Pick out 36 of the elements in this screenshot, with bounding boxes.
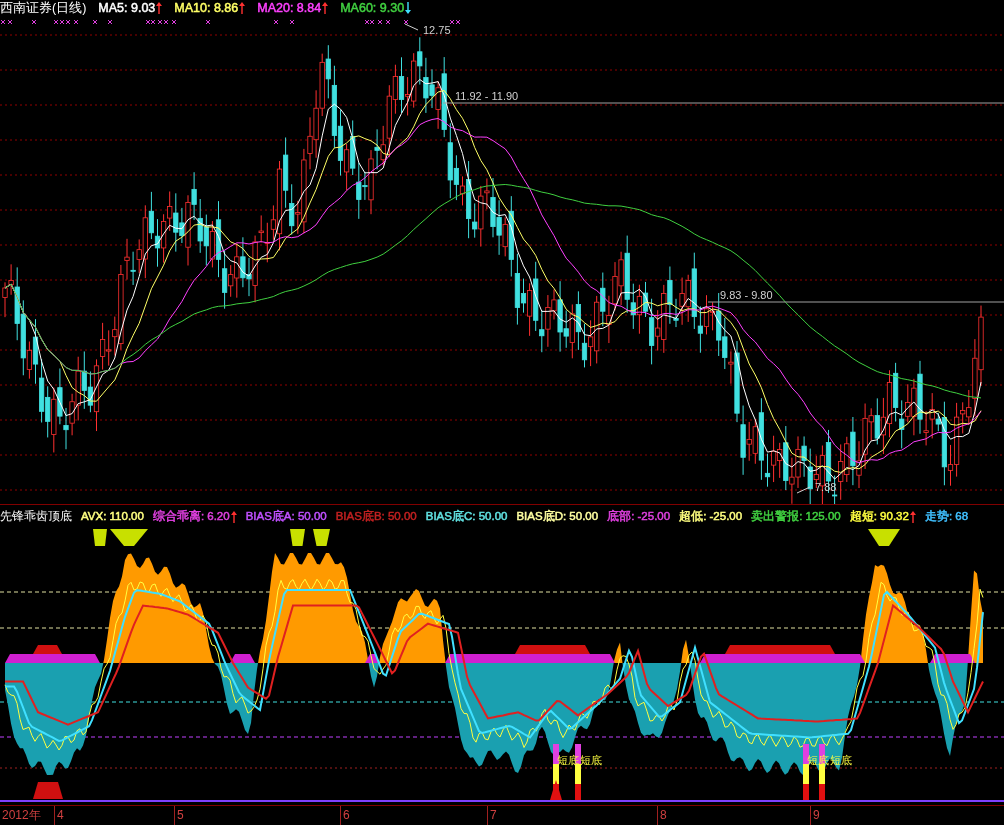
triangle-marker-icon <box>868 529 900 546</box>
leader-line <box>404 23 419 31</box>
axis-label: 6 <box>343 809 350 821</box>
indicator-value: MA10: 8.86 <box>174 1 239 15</box>
indicator-value: 综合乖离: 6.20 <box>152 510 230 523</box>
indicator-value: BIAS底C: 50.00 <box>425 510 508 523</box>
indicator-value: 底部: -25.00 <box>607 510 671 523</box>
triangle-marker-icon <box>110 529 148 546</box>
indicator-value: MA60: 9.30 <box>340 1 405 15</box>
axis-label: 5 <box>177 809 184 821</box>
indicator-value: BIAS底B: 50.00 <box>335 510 417 523</box>
price-label: 11.92 - 11.90 <box>455 90 519 102</box>
triangle-marker-icon <box>313 529 330 546</box>
axis-label: 4 <box>57 809 64 821</box>
indicator-value: BIAS底D: 50.00 <box>516 510 599 523</box>
axis-label: 9 <box>813 809 820 821</box>
indicator-value: 超低: -25.00 <box>679 510 743 523</box>
indicator-value: 超短: 90.32 <box>849 510 909 523</box>
axis-label: 7 <box>490 809 497 821</box>
axis-label: 2012年 <box>2 809 41 821</box>
indicator-value: 走势: 68 <box>924 510 969 523</box>
chart-title: 西南证券(日线) <box>0 1 87 15</box>
indicator-value: MA5: 9.03 <box>98 1 156 15</box>
chart-title: 先锋乖齿顶底 <box>0 510 72 523</box>
indicator-value: AVX: 110.00 <box>81 510 144 523</box>
indicator-value: MA20: 8.84 <box>257 1 322 15</box>
indicator-value: 卖出警报: 125.00 <box>751 510 841 523</box>
triangle-marker-icon <box>290 529 305 546</box>
price-label: 9.83 - 9.80 <box>720 289 773 301</box>
indicator-value: BIAS底A: 50.00 <box>245 510 327 523</box>
axis-label: 8 <box>660 809 667 821</box>
triangle-marker-icon <box>93 529 107 546</box>
signal-label: 短底 <box>830 754 852 766</box>
band-bar <box>33 782 63 799</box>
price-label: 12.75 <box>423 24 451 36</box>
leader-line <box>796 486 811 494</box>
